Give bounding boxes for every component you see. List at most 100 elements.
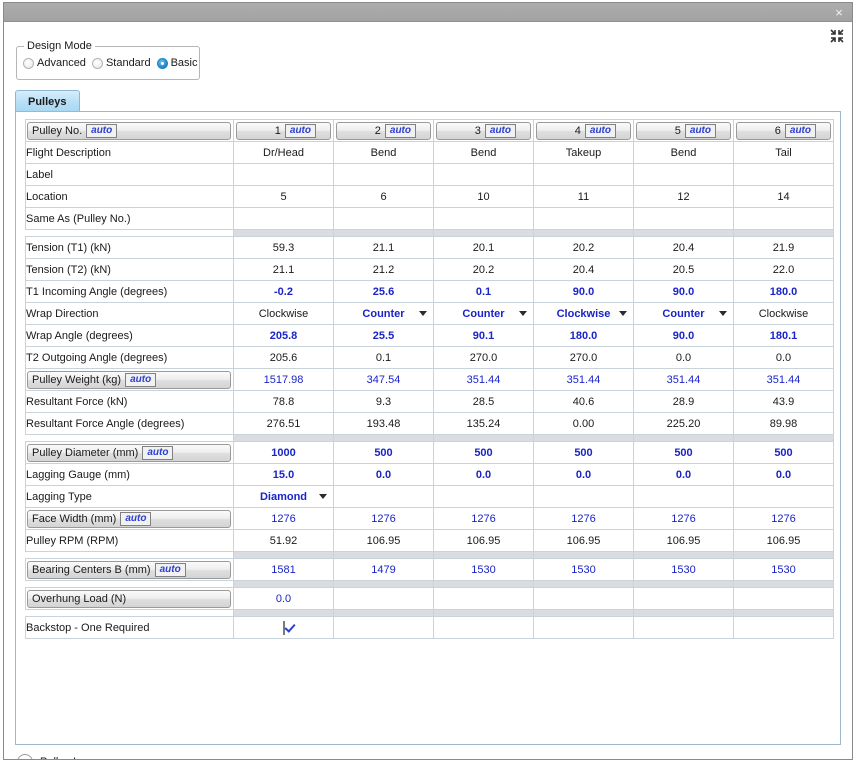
chevron-down-icon[interactable] [719,311,727,316]
cell-value[interactable]: 1517.98 [233,368,334,391]
combobox[interactable]: Counter [434,303,533,324]
auto-badge[interactable]: auto [142,445,174,460]
column-header-button-6[interactable]: 6 auto [736,121,831,140]
column-header-6[interactable]: 6 auto [733,119,834,142]
auto-badge[interactable]: auto [284,123,316,138]
cell-value[interactable]: 15.0 [233,463,334,486]
cell-combobox[interactable]: Counter [633,302,734,325]
cell-value[interactable]: 351.44 [533,368,634,391]
cell-combobox[interactable]: Clockwise [233,302,334,325]
cell-value[interactable]: 351.44 [433,368,534,391]
cell-value[interactable]: 90.1 [433,324,534,347]
chevron-down-icon[interactable] [519,311,527,316]
cell-value[interactable]: 90.0 [633,280,734,303]
chevron-down-icon[interactable] [319,494,327,499]
cell-combobox[interactable]: Counter [333,302,434,325]
auto-badge[interactable]: auto [484,123,516,138]
cell-combobox[interactable]: Diamond [233,485,334,508]
cell-value[interactable]: 500 [733,441,834,464]
cell-value[interactable]: 500 [433,441,534,464]
cell-value[interactable]: 500 [633,441,734,464]
radio-advanced[interactable]: Advanced [23,57,86,69]
close-icon[interactable]: × [832,5,846,19]
row-label-cell[interactable]: Pulley Weight (kg) auto [25,368,234,391]
header-label-cell[interactable]: Pulley No. auto [25,119,234,142]
chevron-down-icon[interactable] [619,311,627,316]
combobox[interactable]: Counter [334,303,433,324]
cell-value[interactable]: 0.0 [233,587,334,610]
column-header-button-2[interactable]: 2 auto [336,121,431,140]
cell-value[interactable]: 180.1 [733,324,834,347]
auto-badge[interactable]: auto [120,511,152,526]
auto-badge[interactable]: auto [784,123,816,138]
cell-combobox[interactable]: Counter [433,302,534,325]
auto-badge[interactable]: auto [154,562,186,577]
cell-value[interactable]: 90.0 [533,280,634,303]
row-label-cell[interactable]: Bearing Centers B (mm) auto [25,558,234,581]
row-label-cell[interactable]: Pulley Diameter (mm) auto [25,441,234,464]
auto-badge[interactable]: auto [584,123,616,138]
row-label-button[interactable]: Overhung Load (N) [27,589,231,608]
cell-checkbox[interactable] [233,616,334,639]
column-header-4[interactable]: 4 auto [533,119,634,142]
cell-value[interactable]: 0.1 [433,280,534,303]
radio-standard[interactable]: Standard [91,57,151,69]
cell-value[interactable]: 90.0 [633,324,734,347]
tab-pulleys[interactable]: Pulleys [15,90,80,112]
cell-value[interactable]: 180.0 [733,280,834,303]
radio-basic[interactable]: Basic [156,57,198,69]
column-header-5[interactable]: 5 auto [633,119,734,142]
auto-badge[interactable]: auto [384,123,416,138]
cell-value[interactable]: 1479 [333,558,434,581]
cell-value[interactable]: 0.0 [733,463,834,486]
cell-value[interactable]: 25.6 [333,280,434,303]
auto-badge[interactable]: auto [125,372,157,387]
column-header-button-4[interactable]: 4 auto [536,121,631,140]
cell-value[interactable]: -0.2 [233,280,334,303]
column-header-button-3[interactable]: 3 auto [436,121,531,140]
cell-value[interactable]: 1276 [533,507,634,530]
row-label-button[interactable]: Face Width (mm) auto [27,509,231,528]
cell-value[interactable]: 205.8 [233,324,334,347]
cell-value[interactable]: 1000 [233,441,334,464]
cell-value[interactable]: 500 [333,441,434,464]
cell-value[interactable]: 1530 [733,558,834,581]
cell-value[interactable]: 25.5 [333,324,434,347]
restore-down-icon[interactable] [830,29,844,43]
cell-value[interactable] [533,587,634,610]
row-label-cell[interactable]: Face Width (mm) auto [25,507,234,530]
cell-value[interactable]: 1581 [233,558,334,581]
cell-value[interactable]: 0.0 [333,463,434,486]
cell-value[interactable]: 347.54 [333,368,434,391]
column-header-3[interactable]: 3 auto [433,119,534,142]
cell-value[interactable]: 351.44 [733,368,834,391]
pulley-no-button[interactable]: Pulley No. auto [27,121,231,140]
cell-value[interactable]: 0.0 [533,463,634,486]
cell-value[interactable]: 351.44 [633,368,734,391]
combobox[interactable]: Diamond [234,486,333,507]
auto-badge[interactable]: auto [684,123,716,138]
cell-value[interactable]: 500 [533,441,634,464]
cell-value[interactable]: 1276 [633,507,734,530]
cell-combobox[interactable]: Clockwise [533,302,634,325]
column-header-2[interactable]: 2 auto [333,119,434,142]
row-label-cell[interactable]: Overhung Load (N) [25,587,234,610]
cell-value[interactable]: 0.0 [433,463,534,486]
cell-value[interactable]: 1530 [533,558,634,581]
cell-value[interactable] [633,587,734,610]
column-header-button-5[interactable]: 5 auto [636,121,731,140]
cell-value[interactable]: 1276 [233,507,334,530]
column-header-button-1[interactable]: 1 auto [236,121,331,140]
auto-badge[interactable]: auto [86,123,118,138]
cell-value[interactable] [733,587,834,610]
chevron-down-icon[interactable] [419,311,427,316]
row-label-button[interactable]: Bearing Centers B (mm) auto [27,560,231,579]
cell-combobox[interactable]: Clockwise [733,302,834,325]
pulley-image-expander[interactable]: Pulley Image [17,754,104,759]
row-label-button[interactable]: Pulley Diameter (mm) auto [27,443,231,462]
cell-value[interactable]: 1530 [633,558,734,581]
cell-value[interactable]: 1530 [433,558,534,581]
backstop-checkbox[interactable] [282,620,285,635]
combobox[interactable]: Clockwise [534,303,633,324]
cell-value[interactable]: 0.0 [633,463,734,486]
